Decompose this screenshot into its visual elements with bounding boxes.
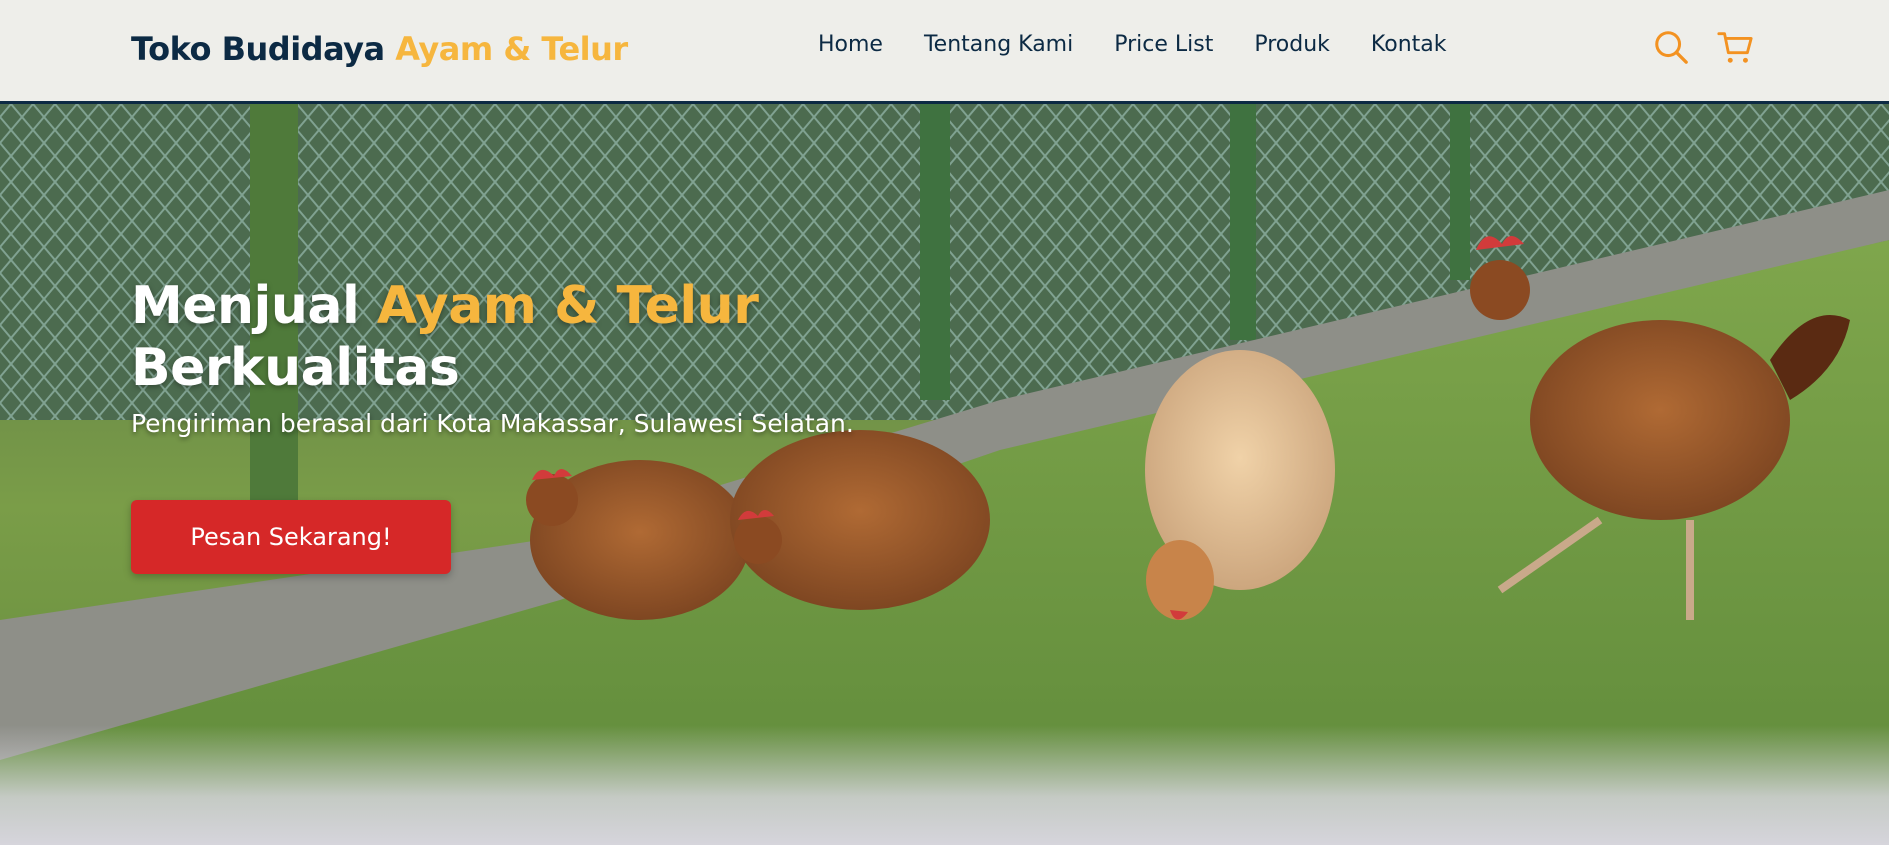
hero-bottom-fade [0,725,1889,845]
hero-title-primary: Menjual [131,276,360,336]
nav-icons [1652,28,1754,66]
nav-link-produk[interactable]: Produk [1254,32,1330,57]
brand-name-accent: Ayam & Telur [395,30,628,68]
hero-title: Menjual Ayam & Telur Berkualitas [131,275,891,399]
hero-content: Menjual Ayam & Telur Berkualitas Pengiri… [131,275,891,440]
nav-links: Home Tentang Kami Price List Produk Kont… [818,32,1488,57]
shopping-cart-icon[interactable] [1716,28,1754,66]
search-icon[interactable] [1652,28,1690,66]
nav-link-price-list[interactable]: Price List [1114,32,1213,57]
hero-title-line2: Berkualitas [131,338,460,398]
hero-title-accent: Ayam & Telur [376,276,759,336]
top-navbar: Toko Budidaya Ayam & Telur Home Tentang … [0,0,1889,104]
hero-subtitle: Pengiriman berasal dari Kota Makassar, S… [131,409,854,438]
order-now-button[interactable]: Pesan Sekarang! [131,500,451,574]
brand-logo[interactable]: Toko Budidaya Ayam & Telur [131,30,628,68]
nav-link-kontak[interactable]: Kontak [1371,32,1447,57]
nav-link-tentang-kami[interactable]: Tentang Kami [924,32,1073,57]
brand-name-primary: Toko Budidaya [131,30,385,68]
nav-link-home[interactable]: Home [818,32,883,57]
